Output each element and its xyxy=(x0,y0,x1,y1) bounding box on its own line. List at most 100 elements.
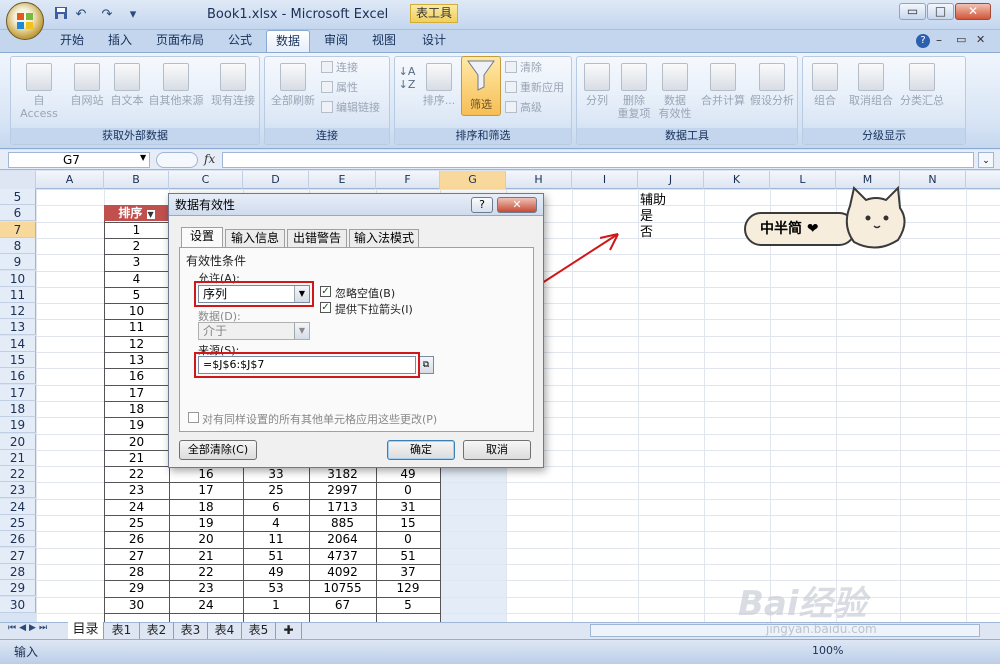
row-header-24[interactable]: 24 xyxy=(0,498,36,515)
cell-b29[interactable]: 29 xyxy=(104,580,169,596)
cell-f26[interactable]: 0 xyxy=(376,531,440,547)
tab-formulas[interactable]: 公式 xyxy=(220,30,260,52)
cell-d28[interactable]: 49 xyxy=(243,564,309,580)
help-icon[interactable]: ? xyxy=(916,34,930,48)
properties-button[interactable]: 属性 xyxy=(321,81,358,95)
cell-b12[interactable]: 10 xyxy=(104,303,169,319)
col-header-j[interactable]: J xyxy=(638,171,704,189)
cell-e23[interactable]: 2997 xyxy=(309,482,376,498)
ribbon-minimize-icon[interactable]: – xyxy=(936,33,942,47)
cell-b16[interactable]: 16 xyxy=(104,368,169,384)
col-header-l[interactable]: L xyxy=(770,171,836,189)
in-cell-dropdown-checkbox[interactable]: ✓ xyxy=(320,302,331,313)
sheet-tab-index[interactable]: 目录 xyxy=(68,622,104,639)
undo-icon[interactable]: ↶ xyxy=(72,6,90,24)
cell-b27[interactable]: 27 xyxy=(104,548,169,564)
row-header-27[interactable]: 27 xyxy=(0,547,36,564)
cell-c22[interactable]: 16 xyxy=(169,466,243,482)
cell-b14[interactable]: 12 xyxy=(104,336,169,352)
remove-duplicates-button[interactable]: 删除 重复项 xyxy=(615,63,653,120)
cell-b7[interactable]: 1 xyxy=(104,222,169,238)
cell-b21[interactable]: 21 xyxy=(104,450,169,466)
cell-d22[interactable]: 33 xyxy=(243,466,309,482)
cell-b10[interactable]: 4 xyxy=(104,271,169,287)
refresh-all-button[interactable]: 全部刷新 xyxy=(269,63,317,107)
tab-insert[interactable]: 插入 xyxy=(100,30,140,52)
row-header-13[interactable]: 13 xyxy=(0,319,36,336)
cell-b24[interactable]: 24 xyxy=(104,499,169,515)
row-header-29[interactable]: 29 xyxy=(0,580,36,597)
cell-d25[interactable]: 4 xyxy=(243,515,309,531)
from-access-button[interactable]: 自 Access xyxy=(13,63,65,120)
row-header-28[interactable]: 28 xyxy=(0,563,36,580)
sheet-nav-icons[interactable]: ⏮◀▶⏭ xyxy=(8,623,50,633)
cell-b30[interactable]: 30 xyxy=(104,597,169,613)
row-header-7[interactable]: 7 xyxy=(0,221,36,238)
ok-button[interactable]: 确定 xyxy=(387,440,455,460)
redo-icon[interactable]: ↷ xyxy=(98,6,116,24)
col-header-c[interactable]: C xyxy=(169,171,243,189)
from-other-sources-button[interactable]: 自其他来源 xyxy=(147,63,205,107)
save-icon[interactable] xyxy=(52,6,70,24)
cell-b9[interactable]: 3 xyxy=(104,254,169,270)
col-header-k[interactable]: K xyxy=(704,171,770,189)
cell-b20[interactable]: 20 xyxy=(104,434,169,450)
row-header-26[interactable]: 26 xyxy=(0,531,36,548)
row-header-16[interactable]: 16 xyxy=(0,368,36,385)
insert-sheet-icon[interactable]: ✚ xyxy=(276,622,302,639)
cell-d27[interactable]: 51 xyxy=(243,548,309,564)
clear-filter-button[interactable]: 清除 xyxy=(505,61,542,75)
name-box[interactable]: G7 xyxy=(8,152,150,168)
cell-c26[interactable]: 20 xyxy=(169,531,243,547)
col-header-h[interactable]: H xyxy=(506,171,572,189)
tab-ime-mode[interactable]: 输入法模式 xyxy=(349,229,419,247)
sheet-tab-2[interactable]: 表2 xyxy=(140,622,174,639)
cell-b23[interactable]: 23 xyxy=(104,482,169,498)
cell-e27[interactable]: 4737 xyxy=(309,548,376,564)
cell-e29[interactable]: 10755 xyxy=(309,580,376,596)
col-header-f[interactable]: F xyxy=(376,171,440,189)
cell-f22[interactable]: 49 xyxy=(376,466,440,482)
cancel-button[interactable]: 取消 xyxy=(463,440,531,460)
cell-e24[interactable]: 1713 xyxy=(309,499,376,515)
ribbon-restore-icon[interactable]: ▭ xyxy=(956,33,966,46)
cell-c27[interactable]: 21 xyxy=(169,548,243,564)
col-header-b[interactable]: B xyxy=(104,171,169,189)
cell-f24[interactable]: 31 xyxy=(376,499,440,515)
tab-input-message[interactable]: 输入信息 xyxy=(225,229,285,247)
cell-f23[interactable]: 0 xyxy=(376,482,440,498)
col-header-d[interactable]: D xyxy=(243,171,309,189)
cell-c23[interactable]: 17 xyxy=(169,482,243,498)
sort-header-cell[interactable]: 排序 ▼ xyxy=(104,205,169,221)
maximize-button[interactable]: □ xyxy=(927,3,954,20)
cell-b22[interactable]: 22 xyxy=(104,466,169,482)
sheet-tab-5[interactable]: 表5 xyxy=(242,622,276,639)
sheet-tab-3[interactable]: 表3 xyxy=(174,622,208,639)
cell-f27[interactable]: 51 xyxy=(376,548,440,564)
cell-d30[interactable]: 1 xyxy=(243,597,309,613)
cell-f29[interactable]: 129 xyxy=(376,580,440,596)
sheet-tab-4[interactable]: 表4 xyxy=(208,622,242,639)
tab-data[interactable]: 数据 xyxy=(266,30,310,52)
select-all-corner[interactable] xyxy=(0,171,36,189)
row-header-11[interactable]: 11 xyxy=(0,286,36,303)
row-header-18[interactable]: 18 xyxy=(0,400,36,417)
cell-e26[interactable]: 2064 xyxy=(309,531,376,547)
cell-b26[interactable]: 26 xyxy=(104,531,169,547)
cell-b8[interactable]: 2 xyxy=(104,238,169,254)
cell-b15[interactable]: 13 xyxy=(104,352,169,368)
filter-button[interactable]: 筛选 xyxy=(461,56,501,116)
row-header-19[interactable]: 19 xyxy=(0,417,36,434)
cell-c29[interactable]: 23 xyxy=(169,580,243,596)
cell-c25[interactable]: 19 xyxy=(169,515,243,531)
cell-e30[interactable]: 67 xyxy=(309,597,376,613)
col-header-e[interactable]: E xyxy=(309,171,376,189)
what-if-button[interactable]: 假设分析 xyxy=(747,63,797,107)
row-header-5[interactable]: 5 xyxy=(0,189,36,205)
sort-az-icon[interactable]: ↓A ↓Z xyxy=(397,65,417,91)
consolidate-button[interactable]: 合并计算 xyxy=(699,63,747,107)
cell-b13[interactable]: 11 xyxy=(104,319,169,335)
minimize-button[interactable]: ▭ xyxy=(899,3,926,20)
group-button[interactable]: 组合 xyxy=(805,63,845,107)
cell-d26[interactable]: 11 xyxy=(243,531,309,547)
